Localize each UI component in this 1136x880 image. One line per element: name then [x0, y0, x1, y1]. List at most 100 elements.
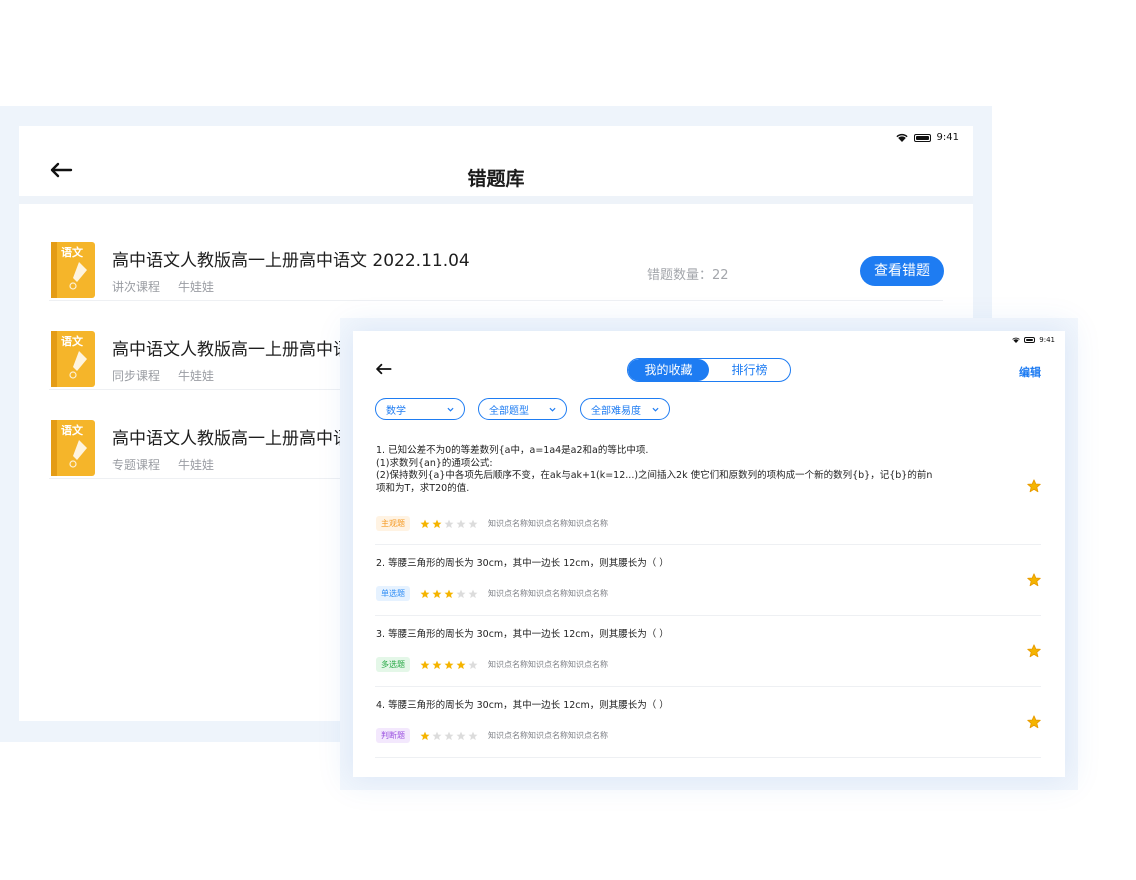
question-item[interactable]: 3. 等腰三角形的周长为 30cm，其中一边长 12cm，则其腰长为（ ） 多选题… [375, 616, 1041, 687]
question-text: 1. 已知公差不为0的等差数列{a中，a=1a4是a2和a的等比中项. (1)求数… [376, 445, 966, 495]
question-meta: 判断题 知识点名称知识点名称知识点名称 [376, 728, 608, 743]
star-icon [420, 589, 430, 598]
question-meta: 多选题 知识点名称知识点名称知识点名称 [376, 657, 608, 672]
star-icon [444, 589, 454, 598]
course-row[interactable]: 语文 高中语文人教版高一上册高中语文 2022.11.04 讲次课程 牛娃娃 错题… [49, 212, 944, 301]
wrong-count-label: 错题数量： [647, 268, 713, 283]
course-title: 高中语文人教版高一上册高中语 [112, 429, 350, 449]
course-type: 专题课程 [112, 458, 161, 472]
question-meta: 单选题 知识点名称知识点名称知识点名称 [376, 586, 608, 601]
knowledge-points: 知识点名称知识点名称知识点名称 [488, 589, 608, 598]
star-icon [432, 519, 442, 528]
star-icon [456, 589, 466, 598]
book-cover-label: 语文 [61, 423, 84, 437]
chevron-down-icon [447, 407, 454, 412]
difficulty-stars [420, 660, 478, 670]
star-icon [420, 519, 430, 528]
difficulty-stars [420, 731, 478, 741]
favorite-star-icon[interactable] [1027, 573, 1041, 587]
front-tablet-screen: 9:41 我的收藏 排行榜 编辑 数学 全部题型 全部难易度 1. 已知公差不为… [353, 331, 1065, 777]
star-icon [456, 660, 466, 669]
question-type-filter-label: 全部题型 [489, 405, 529, 417]
course-meta: 专题课程 牛娃娃 [112, 456, 214, 473]
question-type-filter[interactable]: 全部题型 [478, 398, 567, 420]
difficulty-stars [420, 589, 478, 599]
question-line: 2. 等腰三角形的周长为 30cm，其中一边长 12cm，则其腰长为（ ） [376, 558, 669, 569]
question-meta: 主观题 知识点名称知识点名称知识点名称 [376, 516, 608, 531]
course-type: 讲次课程 [112, 280, 161, 294]
course-meta: 讲次课程 牛娃娃 [112, 278, 214, 295]
difficulty-filter-label: 全部难易度 [591, 405, 641, 417]
question-item[interactable]: 4. 等腰三角形的周长为 30cm，其中一边长 12cm，则其腰长为（ ） 判断题… [375, 687, 1041, 758]
back-arrow-icon[interactable] [375, 363, 392, 375]
book-cover-label: 语文 [61, 245, 84, 259]
star-icon [444, 660, 454, 669]
book-cover-icon: 语文 [49, 331, 97, 387]
tab-favorites[interactable]: 我的收藏 [628, 359, 709, 381]
filter-bar: 数学 全部题型 全部难易度 [375, 398, 670, 420]
stage: 9:41 错题库 语文 高中语文人教版高一上册高中语文 2022.11.04 讲… [0, 0, 1136, 880]
star-icon [432, 660, 442, 669]
favorite-star-icon[interactable] [1027, 644, 1041, 658]
chevron-down-icon [549, 407, 556, 412]
knowledge-points: 知识点名称知识点名称知识点名称 [488, 731, 608, 740]
question-line: (2)保持数列{a}中各项先后顺序不变，在ak与ak+1(k=12...)之间插… [376, 470, 933, 481]
header: 错题库 [19, 126, 973, 204]
question-line: (1)求数列{an}的通项公式: [376, 457, 493, 469]
course-meta: 同步课程 牛娃娃 [112, 367, 214, 384]
difficulty-filter[interactable]: 全部难易度 [580, 398, 670, 420]
page-title: 错题库 [467, 168, 525, 190]
book-cover-label: 语文 [61, 334, 84, 348]
star-icon [468, 519, 478, 528]
wrong-count: 错题数量：22 [647, 264, 729, 283]
question-line: 3. 等腰三角形的周长为 30cm，其中一边长 12cm，则其腰长为（ ） [376, 629, 669, 640]
star-icon [444, 519, 454, 528]
star-icon [444, 731, 454, 740]
course-teacher: 牛娃娃 [178, 458, 215, 472]
question-line: 1. 已知公差不为0的等差数列{a中，a=1a4是a2和a的等比中项. [376, 445, 649, 456]
star-icon [432, 731, 442, 740]
star-icon [420, 660, 430, 669]
question-line: 4. 等腰三角形的周长为 30cm，其中一边长 12cm，则其腰长为（ ） [376, 700, 669, 711]
question-type-tag: 单选题 [376, 586, 410, 601]
star-icon [432, 589, 442, 598]
wrong-count-value: 22 [712, 268, 729, 283]
knowledge-points: 知识点名称知识点名称知识点名称 [488, 519, 608, 528]
question-text: 2. 等腰三角形的周长为 30cm，其中一边长 12cm，则其腰长为（ ） [376, 558, 966, 571]
question-item[interactable]: 1. 已知公差不为0的等差数列{a中，a=1a4是a2和a的等比中项. (1)求数… [375, 439, 1041, 545]
subject-filter-label: 数学 [386, 405, 406, 417]
question-list: 1. 已知公差不为0的等差数列{a中，a=1a4是a2和a的等比中项. (1)求数… [375, 439, 1041, 758]
difficulty-stars [420, 519, 478, 529]
question-type-tag: 主观题 [376, 516, 410, 531]
tab-ranking[interactable]: 排行榜 [709, 359, 790, 381]
battery-icon [1024, 337, 1036, 343]
star-icon [456, 519, 466, 528]
knowledge-points: 知识点名称知识点名称知识点名称 [488, 660, 608, 669]
question-line: 项和为T，求T20的值. [376, 482, 470, 494]
question-text: 3. 等腰三角形的周长为 30cm，其中一边长 12cm，则其腰长为（ ） [376, 629, 966, 642]
course-title: 高中语文人教版高一上册高中语文 2022.11.04 [112, 251, 470, 271]
favorite-star-icon[interactable] [1027, 479, 1041, 493]
question-text: 4. 等腰三角形的周长为 30cm，其中一边长 12cm，则其腰长为（ ） [376, 700, 966, 713]
wifi-icon [1012, 337, 1020, 343]
subject-filter[interactable]: 数学 [375, 398, 465, 420]
chevron-down-icon [652, 407, 659, 412]
view-wrong-button[interactable]: 查看错题 [860, 256, 944, 286]
star-icon [468, 589, 478, 598]
book-cover-icon: 语文 [49, 420, 97, 476]
star-icon [420, 731, 430, 740]
course-teacher: 牛娃娃 [178, 280, 215, 294]
star-icon [456, 731, 466, 740]
status-time: 9:41 [1039, 336, 1055, 344]
segmented-tabs: 我的收藏 排行榜 [627, 358, 791, 382]
star-icon [468, 731, 478, 740]
edit-button[interactable]: 编辑 [1019, 364, 1041, 380]
favorite-star-icon[interactable] [1027, 715, 1041, 729]
course-title: 高中语文人教版高一上册高中语 [112, 340, 350, 360]
question-type-tag: 多选题 [376, 657, 410, 672]
course-teacher: 牛娃娃 [178, 369, 215, 383]
course-type: 同步课程 [112, 369, 161, 383]
question-item[interactable]: 2. 等腰三角形的周长为 30cm，其中一边长 12cm，则其腰长为（ ） 单选题… [375, 545, 1041, 616]
status-bar: 9:41 [1012, 336, 1055, 344]
book-cover-icon: 语文 [49, 242, 97, 298]
